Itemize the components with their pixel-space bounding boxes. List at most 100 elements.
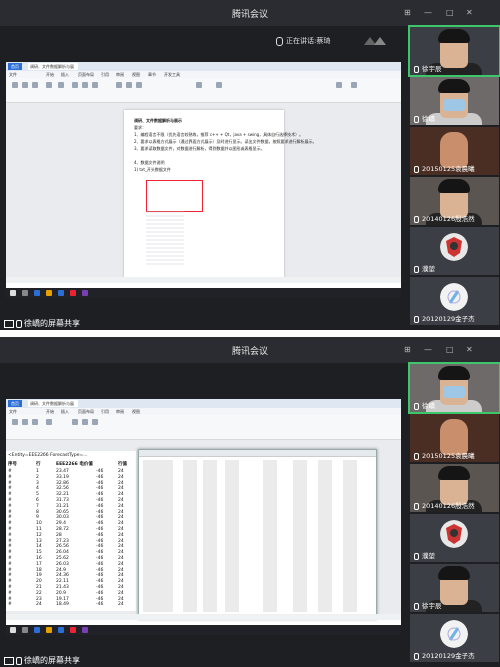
participant-tile[interactable]: 濮堃	[410, 514, 499, 562]
table-cell: 24	[118, 498, 124, 503]
mic-icon	[16, 656, 22, 665]
table-cell: #	[8, 596, 12, 602]
table-cell: -46	[96, 567, 104, 573]
copy-icon[interactable]	[32, 82, 38, 88]
align-right-icon[interactable]	[136, 82, 142, 88]
table-cell: 17	[36, 561, 42, 567]
table-cell: 31.21	[56, 503, 69, 509]
table-cell: 32.86	[56, 480, 69, 486]
font-icon[interactable]	[46, 419, 52, 425]
table-cell: 24	[118, 567, 124, 573]
folder-icon[interactable]	[46, 290, 52, 296]
find-icon[interactable]	[336, 82, 342, 88]
close-icon[interactable]: ✕	[466, 345, 473, 354]
table-cell: 26.03	[56, 561, 69, 567]
screen-share-icon	[4, 319, 14, 328]
bold-icon[interactable]	[72, 82, 78, 88]
table-cell: 24	[118, 538, 124, 544]
vs-icon[interactable]	[82, 290, 88, 296]
cut-icon[interactable]	[22, 419, 28, 425]
table-cell: #	[8, 532, 12, 538]
text-viewer-window[interactable]	[138, 449, 377, 619]
maximize-icon[interactable]: □	[446, 345, 454, 354]
table-cell: #	[8, 585, 12, 590]
align-left-icon[interactable]	[116, 82, 122, 88]
speaking-name: 蔡琦	[316, 37, 331, 45]
table-cell: 32.21	[56, 492, 69, 498]
paste-icon[interactable]	[12, 82, 18, 88]
participant-tile[interactable]: 20140126殷浩然	[410, 177, 499, 225]
app-icon[interactable]	[70, 290, 76, 296]
italic-icon[interactable]	[82, 82, 88, 88]
table-cell: 19.17	[56, 596, 69, 602]
participant-name: 20140126殷浩然	[414, 213, 475, 223]
app-icon[interactable]	[70, 627, 76, 633]
highlight-box	[146, 180, 203, 212]
cut-icon[interactable]	[22, 82, 28, 88]
participant-tile[interactable]: 濮堃	[410, 227, 499, 275]
wps-icon[interactable]	[58, 627, 64, 633]
mic-icon	[414, 115, 419, 123]
select-icon[interactable]	[351, 82, 357, 88]
paste-icon[interactable]	[12, 419, 18, 425]
mic-icon	[414, 552, 419, 560]
start-icon[interactable]	[10, 290, 16, 296]
ribbon-toolbar	[6, 415, 401, 440]
table-cell: -46	[96, 538, 104, 544]
table-cell: 13	[36, 538, 42, 544]
folder-icon[interactable]	[46, 627, 52, 633]
style-normal-icon[interactable]	[196, 82, 202, 88]
home-tab[interactable]: 首页	[8, 400, 22, 407]
start-icon[interactable]	[10, 627, 16, 633]
vs-icon[interactable]	[82, 627, 88, 633]
bold-icon[interactable]	[72, 419, 78, 425]
browser-icon[interactable]	[34, 627, 40, 633]
participant-tile[interactable]: 徐嶠	[408, 362, 500, 414]
underline-icon[interactable]	[92, 419, 98, 425]
participant-tile[interactable]: 徐宇辰	[408, 25, 500, 77]
copy-icon[interactable]	[32, 419, 38, 425]
participant-tile[interactable]: 20120129金子杰	[410, 277, 499, 325]
table-cell: -46	[96, 474, 104, 480]
table-cell: 2	[36, 474, 39, 480]
minimize-icon[interactable]: —	[424, 345, 432, 354]
table-cell: 15	[36, 550, 42, 556]
participant-name: 濮堃	[414, 263, 435, 273]
italic-icon[interactable]	[82, 419, 88, 425]
close-icon[interactable]: ✕	[466, 8, 473, 17]
participant-tile[interactable]: 20140126殷浩然	[410, 464, 499, 512]
search-icon[interactable]	[22, 290, 28, 296]
table-cell: 27.23	[56, 538, 69, 544]
table-cell: 5	[36, 492, 39, 498]
ribbon-toolbar	[6, 78, 401, 103]
align-center-icon[interactable]	[126, 82, 132, 88]
underline-icon[interactable]	[92, 82, 98, 88]
participant-name: 徐宇辰	[414, 63, 442, 73]
participant-tile[interactable]: 20150125袁晨曦	[410, 127, 499, 175]
wps-icon[interactable]	[58, 290, 64, 296]
table-cell: -46	[96, 573, 104, 579]
font-size-icon[interactable]	[58, 82, 64, 88]
font-icon[interactable]	[46, 82, 52, 88]
minimize-icon[interactable]: —	[424, 8, 432, 17]
table-cell: 11	[36, 527, 42, 532]
document-tab[interactable]: 调研、文件数据解析与展示.docx	[28, 400, 78, 413]
avatar-icon	[440, 233, 468, 261]
document-tab[interactable]: 调研、文件数据解析与展示.docx	[28, 63, 78, 76]
participant-tile[interactable]: 20120129金子杰	[410, 614, 499, 662]
pin-icon[interactable]: ⊞	[404, 345, 411, 354]
table-cell: -46	[96, 521, 104, 527]
search-icon[interactable]	[22, 627, 28, 633]
table-cell: 3	[36, 480, 39, 486]
shared-screen: 首页 调研、文件数据解析与展示.docx 文件 开始 插入 页面布局 引用 审阅…	[6, 62, 401, 288]
home-tab[interactable]: 首页	[8, 63, 22, 70]
pin-icon[interactable]: ⊞	[404, 8, 411, 17]
participant-tile[interactable]: 徐嶠	[410, 77, 499, 125]
style-heading-icon[interactable]	[216, 82, 222, 88]
maximize-icon[interactable]: □	[446, 8, 454, 17]
browser-icon[interactable]	[34, 290, 40, 296]
participant-tile[interactable]: 20150125袁晨曦	[410, 414, 499, 462]
table-cell: 24.36	[56, 573, 69, 579]
participant-tile[interactable]: 徐宇辰	[410, 564, 499, 612]
person-video	[438, 29, 470, 43]
